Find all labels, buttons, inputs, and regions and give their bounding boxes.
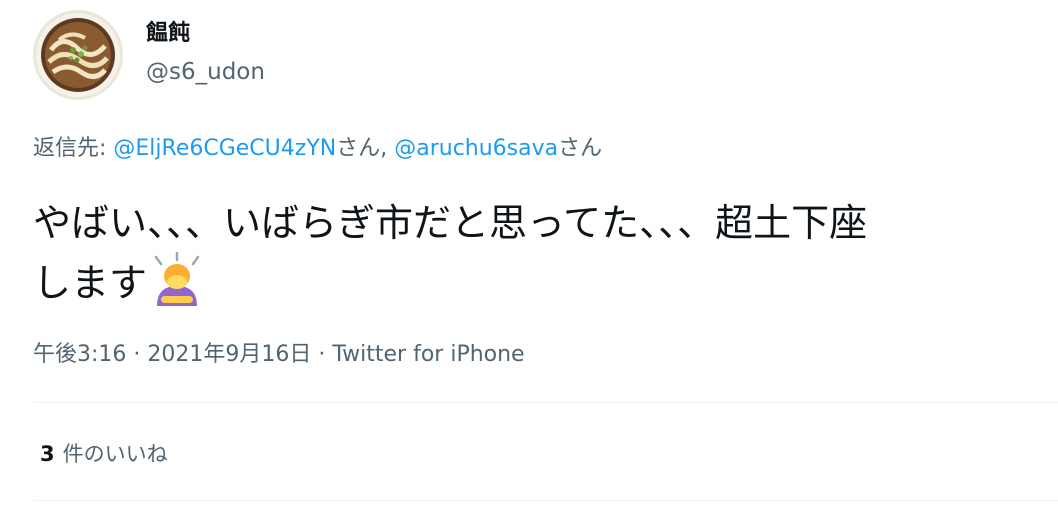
likes-label: 件のいいね: [62, 442, 168, 466]
meta-separator-1: ·: [126, 342, 148, 367]
likes-count: 3: [40, 442, 55, 466]
divider-bottom: [33, 500, 1058, 501]
user-handle[interactable]: @s6_udon: [146, 56, 265, 88]
mention-separator: ,: [380, 136, 395, 161]
mention-suffix-1: さん: [336, 136, 381, 161]
reply-prefix: 返信先:: [33, 136, 114, 161]
meta-separator-2: ·: [311, 342, 333, 367]
user-avatar[interactable]: [33, 10, 123, 100]
likes-summary[interactable]: 3 件のいいね: [40, 437, 168, 471]
tweet-line-1: やばい、、、いばらぎ市だと思ってた、、、超土下座: [33, 201, 868, 245]
mention-link-2[interactable]: @aruchu6sava: [394, 136, 558, 161]
mention-link-1[interactable]: @EljRe6CGeCU4zYN: [113, 136, 336, 161]
tweet-line-2-text: します: [33, 261, 148, 305]
display-name[interactable]: 饂飩: [146, 19, 190, 49]
divider-top: [33, 402, 1058, 403]
tweet-source[interactable]: Twitter for iPhone: [332, 342, 524, 367]
mention-suffix-2: さん: [558, 136, 603, 161]
tweet-text: やばい、、、いばらぎ市だと思ってた、、、超土下座 します: [33, 194, 1058, 314]
tweet-line-2: します: [33, 252, 1058, 312]
tweet-time[interactable]: 午後3:16: [33, 342, 126, 367]
person-bowing-emoji-icon: [154, 252, 200, 306]
tweet-metadata: 午後3:16 · 2021年9月16日 · Twitter for iPhone: [33, 338, 525, 372]
udon-bowl-avatar-icon: [33, 10, 123, 100]
tweet-date[interactable]: 2021年9月16日: [147, 342, 311, 367]
reply-to-line: 返信先: @EljRe6CGeCU4zYNさん, @aruchu6savaさん: [33, 132, 602, 166]
